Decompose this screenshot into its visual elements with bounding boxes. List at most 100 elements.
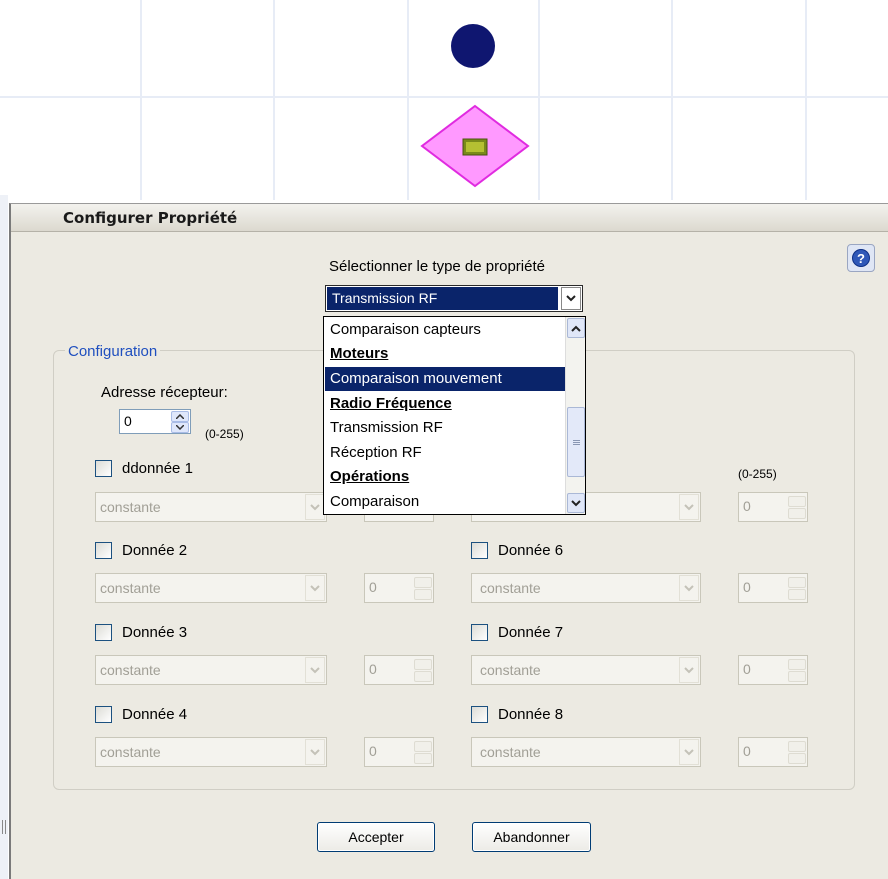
window-edge — [0, 195, 8, 879]
data-2-source-select[interactable]: constante — [95, 573, 327, 603]
data-6-label: Donnée 6 — [498, 542, 564, 559]
grid-line — [407, 0, 409, 200]
chevron-down-icon — [679, 739, 699, 765]
scroll-thumb[interactable] — [567, 407, 585, 477]
spin-up-icon — [414, 659, 432, 670]
property-type-value: Transmission RF — [332, 290, 438, 306]
dropdown-item[interactable]: Réception RF — [325, 441, 565, 465]
spin-down-icon — [788, 508, 806, 519]
chevron-down-icon — [305, 739, 325, 765]
dropdown-group-header: Radio Fréquence — [330, 395, 452, 412]
data-6-checkbox[interactable]: Donnée 6 — [471, 542, 563, 559]
spin-up-icon — [414, 577, 432, 588]
data-8-source-value: constante — [480, 744, 541, 760]
data-4-checkbox[interactable]: Donnée 4 — [95, 706, 187, 723]
data-8-value-spinner[interactable]: 0 — [738, 737, 808, 767]
data-7-source-value: constante — [480, 662, 541, 678]
data-1-checkbox[interactable]: ddonnée 1 — [95, 460, 193, 477]
spin-up-icon — [414, 741, 432, 752]
data-3-label: Donnée 3 — [122, 624, 188, 641]
data-8-label: Donnée 8 — [498, 706, 564, 723]
dropdown-item[interactable]: Comparaison — [325, 490, 565, 514]
dropdown-item[interactable]: Transmission RF — [325, 416, 565, 440]
data-2-label: Donnée 2 — [122, 542, 188, 559]
data-4-source-value: constante — [100, 744, 161, 760]
property-type-dropdown-list[interactable]: Comparaison capteurs Moteurs Comparaison… — [323, 316, 586, 515]
dropdown-item-highlighted[interactable]: Comparaison mouvement — [325, 367, 565, 391]
data-7-checkbox[interactable]: Donnée 7 — [471, 624, 563, 641]
checkbox-icon — [95, 460, 112, 477]
chevron-down-icon — [305, 657, 325, 683]
configuration-group-label: Configuration — [65, 343, 161, 360]
cancel-button[interactable]: Abandonner — [472, 822, 591, 852]
data-4-value-spinner[interactable]: 0 — [364, 737, 434, 767]
spin-down-icon — [414, 753, 432, 764]
data-7-value: 0 — [743, 661, 751, 677]
data-6-value: 0 — [743, 579, 751, 595]
data-2-checkbox[interactable]: Donnée 2 — [95, 542, 187, 559]
grid-line — [538, 0, 540, 200]
scroll-up-icon[interactable] — [567, 318, 585, 338]
checkbox-icon — [95, 624, 112, 641]
checkbox-icon — [471, 542, 488, 559]
resize-grip-icon — [2, 820, 6, 834]
chevron-down-icon[interactable] — [561, 287, 581, 310]
configure-property-dialog: Configurer Propriété ? Sélectionner le t… — [9, 203, 888, 879]
data-5-value-spinner[interactable]: 0 — [738, 492, 808, 522]
data-1-label: ddonnée 1 — [122, 460, 193, 477]
data-4-label: Donnée 4 — [122, 706, 188, 723]
chevron-down-icon — [305, 494, 325, 520]
accept-button[interactable]: Accepter — [317, 822, 435, 852]
data-8-value: 0 — [743, 743, 751, 759]
receiver-address-range: (0-255) — [205, 427, 244, 441]
dialog-titlebar[interactable]: Configurer Propriété — [11, 204, 888, 232]
receiver-address-spinner[interactable]: 0 — [119, 409, 191, 434]
decision-node[interactable] — [420, 104, 530, 188]
data-4-source-select[interactable]: constante — [95, 737, 327, 767]
dropdown-scrollbar[interactable] — [565, 317, 585, 514]
data-1-source-value: constante — [100, 499, 161, 515]
checkbox-icon — [95, 706, 112, 723]
start-node[interactable] — [451, 24, 495, 68]
grid-line — [805, 0, 807, 200]
spin-down-icon[interactable] — [171, 422, 189, 433]
scroll-down-icon[interactable] — [567, 493, 585, 513]
data-7-source-select[interactable]: constante — [471, 655, 701, 685]
data-6-value-spinner[interactable]: 0 — [738, 573, 808, 603]
data-7-value-spinner[interactable]: 0 — [738, 655, 808, 685]
grid-line — [273, 0, 275, 200]
data-8-source-select[interactable]: constante — [471, 737, 701, 767]
dropdown-item[interactable]: Comparaison capteurs — [325, 318, 565, 342]
data-6-source-select[interactable]: constante — [471, 573, 701, 603]
receiver-address-value: 0 — [124, 413, 132, 429]
grip-icon — [573, 440, 580, 441]
flowchart-canvas[interactable] — [0, 0, 888, 200]
data-8-checkbox[interactable]: Donnée 8 — [471, 706, 563, 723]
chevron-down-icon — [305, 575, 325, 601]
data-4-value: 0 — [369, 743, 377, 759]
data-3-value-spinner[interactable]: 0 — [364, 655, 434, 685]
checkbox-icon — [95, 542, 112, 559]
grid-line — [671, 0, 673, 200]
checkbox-icon — [471, 706, 488, 723]
property-type-select[interactable]: Transmission RF — [325, 285, 583, 312]
data-2-source-value: constante — [100, 580, 161, 596]
data-3-value: 0 — [369, 661, 377, 677]
checkbox-icon — [471, 624, 488, 641]
spin-down-icon — [788, 589, 806, 600]
data-7-label: Donnée 7 — [498, 624, 564, 641]
data-6-source-value: constante — [480, 580, 541, 596]
data-2-value-spinner[interactable]: 0 — [364, 573, 434, 603]
spin-up-icon — [788, 496, 806, 507]
grid-line — [0, 96, 888, 98]
spin-down-icon — [788, 671, 806, 682]
dropdown-group-header: Opérations — [330, 468, 410, 485]
spin-up-icon — [788, 741, 806, 752]
data-2-value: 0 — [369, 579, 377, 595]
data-3-source-value: constante — [100, 662, 161, 678]
data-3-checkbox[interactable]: Donnée 3 — [95, 624, 187, 641]
spin-up-icon[interactable] — [171, 411, 189, 422]
data-3-source-select[interactable]: constante — [95, 655, 327, 685]
help-button[interactable]: ? — [847, 244, 875, 272]
data-1-source-select[interactable]: constante — [95, 492, 327, 522]
